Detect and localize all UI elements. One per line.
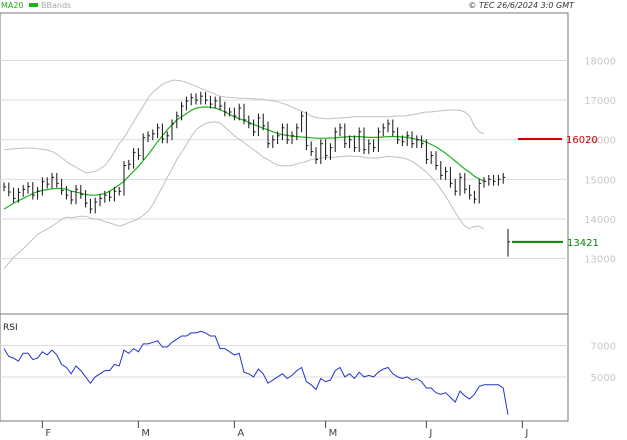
rsi-tick-label: 7000 [591, 341, 616, 352]
month-label: J [428, 428, 432, 439]
chart-header: MA20 BBands © TEC 26/6/2024 3:0 GMT [1, 1, 575, 10]
month-label: J [524, 428, 528, 439]
rsi-panel-frame [0, 313, 569, 422]
price-tick-label: 14000 [584, 215, 616, 226]
ma-legend-label: MA20 [1, 1, 24, 10]
support-label: 13421 [567, 238, 599, 249]
ma-legend-swatch [29, 3, 38, 7]
rsi-panel: 5000 7000 RSI [0, 313, 616, 422]
copyright-text: © TEC 26/6/2024 3:0 GMT [468, 1, 575, 10]
month-label: A [237, 428, 244, 439]
rsi-tick-label: 5000 [591, 373, 616, 384]
price-tick-label: 18000 [584, 57, 616, 68]
price-tick-label: 17000 [584, 96, 616, 107]
resistance-label: 16020 [566, 135, 598, 146]
rsi-axis-ticks: 5000 7000 [591, 341, 616, 383]
x-axis: FMAMJJ [0, 420, 568, 439]
stock-chart: MA20 BBands © TEC 26/6/2024 3:0 GMT 1300… [0, 1, 616, 439]
month-label: M [141, 428, 150, 439]
price-panel: 130001400015000160001700018000 16020 134… [0, 12, 616, 315]
bb-legend-label: BBands [41, 1, 71, 10]
price-axis-ticks: 130001400015000160001700018000 [584, 57, 616, 266]
price-tick-label: 13000 [584, 255, 616, 266]
month-label: F [45, 428, 51, 439]
price-panel-frame [0, 12, 569, 315]
price-tick-label: 15000 [584, 175, 616, 186]
rsi-title: RSI [3, 323, 18, 333]
month-ticks: FMAMJJ [41, 421, 528, 439]
month-label: M [329, 428, 338, 439]
